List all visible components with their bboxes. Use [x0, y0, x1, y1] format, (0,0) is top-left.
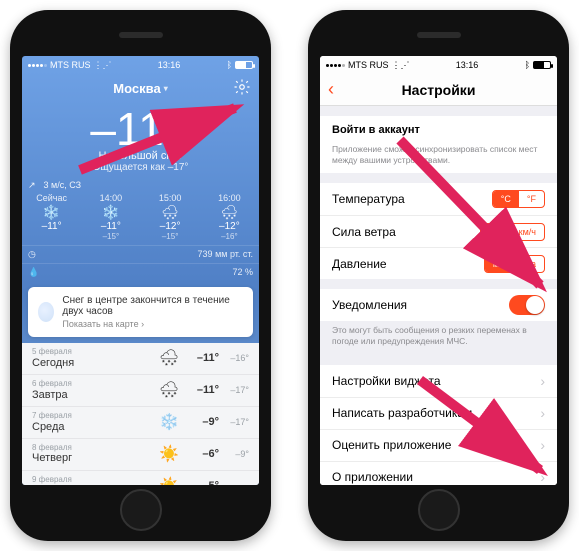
wifi-icon: ⋮⋰ — [94, 60, 112, 71]
row-write-devs[interactable]: Написать разработчикам› — [320, 397, 557, 429]
screen-weather: MTS RUS ⋮⋰ 13:16 ᛒ Москва ▾ –11° ❄︎ Небо… — [22, 56, 259, 485]
hourly-col: 14:00❄️–11°–15° — [81, 193, 140, 241]
hourly-col: Сейчас❄️–11° — [22, 193, 81, 241]
wind-value: 3 м/с, СЗ — [44, 180, 82, 191]
notifications-note: Это могут быть сообщения о резких переме… — [320, 321, 557, 354]
row-notifications: Уведомления — [320, 289, 557, 321]
login-note: Приложение сможет синхронизировать списо… — [320, 140, 557, 173]
carrier-label: MTS RUS — [50, 60, 91, 70]
chevron-right-icon: › — [540, 405, 545, 421]
carrier-label: MTS RUS — [348, 60, 389, 70]
back-button[interactable]: ‹ — [328, 79, 334, 100]
weather-icon: ☀️ — [159, 444, 179, 464]
status-bar: MTS RUS ⋮⋰ 13:16 ᛒ — [22, 56, 259, 74]
home-button[interactable] — [418, 489, 460, 531]
weather-icon: ❄️ — [159, 412, 179, 432]
map-icon — [38, 302, 54, 322]
nowcast-link[interactable]: Показать на карте — [62, 319, 138, 329]
chevron-right-icon: › — [540, 437, 545, 453]
row-wind: Сила ветра м/с км/ч — [320, 215, 557, 247]
row-rate[interactable]: Оценить приложение› — [320, 429, 557, 461]
login-title: Войти в аккаунт — [320, 116, 557, 140]
feels-like: Ощущается как –17° — [22, 162, 259, 173]
chevron-right-icon: › — [540, 469, 545, 485]
current-weather-icon: ❄︎ — [177, 112, 190, 128]
humidity-row: 💧 72 % — [22, 263, 259, 281]
bluetooth-icon: ᛒ — [525, 60, 530, 70]
condition-text: Небольшой снег — [22, 150, 259, 162]
chevron-right-icon: › — [141, 319, 144, 329]
daily-row[interactable]: 9 февраляПятница☀️–5° — [22, 471, 259, 485]
city-name[interactable]: Москва — [113, 81, 160, 96]
daily-forecast[interactable]: 5 февраляСегодня🌨–11°–16°6 февраляЗавтра… — [22, 343, 259, 485]
row-about[interactable]: О приложении› — [320, 461, 557, 486]
daily-row[interactable]: 5 февраляСегодня🌨–11°–16° — [22, 343, 259, 375]
links-section: Настройки виджета› Написать разработчика… — [320, 365, 557, 486]
signal-icon — [326, 64, 345, 67]
bluetooth-icon: ᛒ — [227, 60, 232, 70]
row-temperature: Температура °C °F — [320, 183, 557, 215]
battery-icon — [235, 61, 253, 69]
row-widget[interactable]: Настройки виджета› — [320, 365, 557, 397]
weather-icon: ☀️ — [159, 476, 179, 485]
home-button[interactable] — [120, 489, 162, 531]
weather-icon: 🌨 — [200, 204, 259, 220]
daily-row[interactable]: 8 февраляЧетверг☀️–6°–9° — [22, 439, 259, 471]
nav-title: Настройки — [402, 82, 476, 98]
weather-header: Москва ▾ — [22, 74, 259, 102]
hourly-forecast[interactable]: Сейчас❄️–11°14:00❄️–11°–15°15:00🌨–12°–15… — [22, 191, 259, 245]
status-time: 13:16 — [456, 60, 479, 70]
pressure-icon: ◷ — [28, 249, 36, 260]
pressure-row: ◷ 739 мм рт. ст. — [22, 245, 259, 263]
segmented-wind[interactable]: м/с км/ч — [480, 223, 545, 241]
notifications-section: Уведомления Это могут быть сообщения о р… — [320, 289, 557, 354]
settings-gear-icon[interactable] — [233, 78, 251, 96]
wifi-icon: ⋮⋰ — [392, 60, 410, 71]
phone-speaker — [417, 32, 461, 38]
wind-icon: ↗ — [28, 180, 36, 191]
units-section: Температура °C °F Сила ветра м/с км/ч Да… — [320, 183, 557, 279]
weather-icon: ❄️ — [81, 204, 140, 220]
row-pressure: Давление мм гПа — [320, 247, 557, 279]
nav-bar: ‹ Настройки — [320, 74, 557, 106]
battery-icon — [533, 61, 551, 69]
daily-row[interactable]: 6 февраляЗавтра🌨–11°–17° — [22, 375, 259, 407]
nowcast-card[interactable]: Снег в центре закончится в течение двух … — [28, 287, 253, 337]
hourly-col: 16:00🌨–12°–16° — [200, 193, 259, 241]
chevron-right-icon: › — [540, 373, 545, 389]
current-conditions: –11° ❄︎ Небольшой снег Ощущается как –17… — [22, 102, 259, 175]
wind-row: ↗ 3 м/с, СЗ — [22, 175, 259, 191]
notifications-toggle[interactable] — [509, 295, 545, 315]
login-section[interactable]: Войти в аккаунт Приложение сможет синхро… — [320, 116, 557, 173]
daily-row[interactable]: 7 февраляСреда❄️–9°–17° — [22, 407, 259, 439]
phone-speaker — [119, 32, 163, 38]
signal-icon — [28, 64, 47, 67]
humidity-icon: 💧 — [28, 267, 39, 278]
status-time: 13:16 — [158, 60, 181, 70]
city-dropdown-icon[interactable]: ▾ — [164, 84, 168, 93]
nowcast-text: Снег в центре закончится в течение двух … — [62, 295, 243, 317]
hourly-col: 15:00🌨–12°–15° — [141, 193, 200, 241]
current-temperature: –11° ❄︎ — [90, 106, 190, 152]
segmented-temperature[interactable]: °C °F — [492, 190, 545, 208]
weather-icon: 🌨 — [159, 348, 179, 368]
weather-icon: 🌨 — [141, 204, 200, 220]
phone-frame-settings: MTS RUS ⋮⋰ 13:16 ᛒ ‹ Настройки Войти в а… — [308, 10, 569, 541]
phone-frame-weather: MTS RUS ⋮⋰ 13:16 ᛒ Москва ▾ –11° ❄︎ Небо… — [10, 10, 271, 541]
weather-icon: ❄️ — [22, 204, 81, 220]
screen-settings: MTS RUS ⋮⋰ 13:16 ᛒ ‹ Настройки Войти в а… — [320, 56, 557, 485]
status-bar: MTS RUS ⋮⋰ 13:16 ᛒ — [320, 56, 557, 74]
segmented-pressure[interactable]: мм гПа — [484, 255, 545, 273]
weather-icon: 🌨 — [159, 380, 179, 400]
